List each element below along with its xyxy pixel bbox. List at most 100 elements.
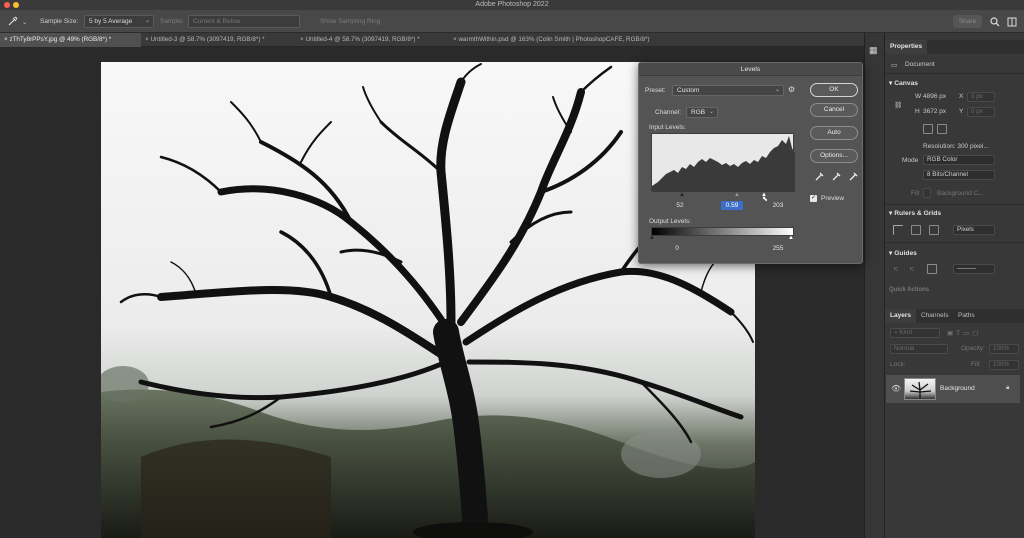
tab-channels[interactable]: Channels: [916, 309, 953, 323]
tab-properties[interactable]: Properties: [885, 40, 928, 54]
width-value[interactable]: 4896 px: [923, 93, 946, 100]
options-bar: ⌄ Sample Size: 5 by 5 Average ⌄ Sample: C…: [0, 10, 1024, 33]
blend-mode-select[interactable]: Normal: [890, 344, 948, 354]
share-button[interactable]: Share: [953, 15, 982, 28]
fill-value[interactable]: Background C...: [937, 190, 984, 197]
panel-toggle-icon[interactable]: ▦: [869, 45, 878, 55]
auto-button[interactable]: Auto: [810, 126, 858, 140]
layer-row-background[interactable]: 👁︎ Background 🔒︎: [886, 375, 1020, 403]
levels-dialog: Levels Preset: Custom ⌄ ⚙︎ Channel: RGB ⌄ …: [638, 62, 863, 264]
fill-swatch[interactable]: [923, 188, 931, 198]
tab-layers[interactable]: Layers: [885, 309, 916, 323]
black-point-eyedropper-icon[interactable]: [815, 171, 825, 183]
histogram: [651, 133, 795, 192]
link-icon[interactable]: ⛓: [894, 101, 902, 109]
sample-size-select[interactable]: 5 by 5 Average ⌄: [84, 15, 154, 28]
bit-depth-select[interactable]: 8 Bits/Channel: [923, 170, 995, 180]
canvas-size-icon[interactable]: [923, 124, 933, 134]
y-label: Y: [959, 108, 964, 115]
image-size-icon[interactable]: [937, 124, 947, 134]
height-label: H: [915, 108, 920, 115]
y-field[interactable]: 0 px: [967, 107, 995, 117]
chevron-down-icon: ⌄: [708, 109, 714, 115]
app-title: Adobe Photoshop 2022: [475, 1, 549, 8]
tab-document-1[interactable]: × zThTy8rPPsY.jpg @ 49% (RGB/8*) *: [0, 33, 141, 47]
guides-layout-icon[interactable]: [927, 264, 937, 274]
properties-tab-bar: Properties: [885, 40, 1024, 54]
channel-select[interactable]: RGB ⌄: [686, 107, 718, 118]
opacity-label: Opacity:: [961, 345, 985, 352]
grid-icon[interactable]: [911, 225, 921, 235]
tab-document-3[interactable]: × Untitled-4 @ 58.7% (3097419, RGB/8*) *: [296, 33, 449, 47]
preset-select[interactable]: Custom ⌄: [672, 85, 784, 96]
tab-document-4[interactable]: × warmthWithin.psd @ 163% (Colin Smith |…: [449, 33, 709, 47]
guides-visibility-icon[interactable]: ⁙: [893, 265, 898, 273]
preview-label: Preview: [821, 195, 845, 202]
ok-button[interactable]: OK: [810, 83, 858, 97]
opacity-field[interactable]: 100%: [989, 344, 1019, 354]
panel-dock-strip: ▦: [864, 33, 884, 538]
layer-name[interactable]: Background: [940, 385, 975, 392]
levels-dialog-title[interactable]: Levels: [639, 63, 862, 76]
input-white-field[interactable]: 203: [767, 201, 789, 210]
cancel-button[interactable]: Cancel: [810, 103, 858, 117]
preview-checkbox[interactable]: ✓: [810, 195, 817, 202]
canvas-section-header[interactable]: ▾ Canvas: [889, 79, 918, 87]
x-field[interactable]: 0 px: [967, 92, 995, 102]
output-gradient-bar: [651, 227, 794, 236]
search-icon[interactable]: [990, 17, 1000, 30]
output-white-handle[interactable]: ▲: [788, 235, 794, 241]
pixel-grid-icon[interactable]: [929, 225, 939, 235]
document-label: Document: [905, 61, 935, 68]
layer-fill-field[interactable]: 100%: [989, 360, 1019, 370]
layer-fill-label: Fill:: [971, 361, 982, 368]
input-gamma-field[interactable]: 0.59: [721, 201, 743, 210]
chevron-down-icon[interactable]: ⌄: [22, 18, 27, 28]
show-sampling-ring-checkbox[interactable]: Show Sampling Ring: [320, 18, 380, 25]
workspace-icon[interactable]: [1007, 17, 1017, 30]
layer-filter-icons[interactable]: ▣T▭▢: [947, 329, 981, 337]
height-value[interactable]: 3672 px: [923, 108, 946, 115]
sample-label: Sample:: [160, 18, 184, 25]
tab-document-2[interactable]: × Untitled-3 @ 58.7% (3097419, RGB/8*) *: [141, 33, 296, 47]
ruler-units-select[interactable]: Pixels: [953, 225, 995, 235]
width-label: W: [915, 93, 922, 100]
rulers-grids-section-header[interactable]: ▾ Rulers & Grids: [889, 209, 941, 217]
guide-line-icon: ———: [957, 265, 976, 272]
preset-options-gear-icon[interactable]: ⚙︎: [788, 85, 795, 94]
resolution-text: Resolution: 300 pixel...: [923, 143, 989, 150]
white-point-eyedropper-icon[interactable]: [849, 171, 859, 183]
layer-kind-filter[interactable]: ⌕ Kind: [890, 328, 940, 338]
output-black-field[interactable]: 0: [666, 244, 688, 253]
ruler-icon[interactable]: [893, 225, 903, 235]
fill-label: Fill: [911, 190, 920, 197]
input-black-field[interactable]: 52: [669, 201, 691, 210]
output-black-handle[interactable]: ▲: [649, 235, 655, 241]
sample-select[interactable]: Current & Below: [188, 15, 300, 28]
output-white-field[interactable]: 255: [767, 244, 789, 253]
channel-label: Channel:: [655, 109, 682, 116]
input-gamma-handle[interactable]: ▲: [734, 192, 740, 198]
mode-select[interactable]: RGB Color: [923, 155, 995, 165]
layer-thumbnail: [904, 378, 936, 400]
guide-style-select[interactable]: ———: [953, 264, 995, 274]
output-levels-label: Output Levels:: [649, 218, 691, 225]
eye-icon[interactable]: 👁︎: [891, 384, 901, 393]
guides-lock-icon[interactable]: ⁙: [909, 265, 914, 273]
properties-panel: Properties ▭ Document ▾ Canvas W 4896 px…: [884, 33, 1024, 538]
gray-point-eyedropper-icon[interactable]: [832, 171, 842, 183]
tab-paths[interactable]: Paths: [953, 309, 980, 323]
chevron-down-icon: ⌄: [144, 18, 150, 24]
input-levels-label: Input Levels:: [649, 124, 686, 131]
quick-actions-section-header[interactable]: Quick Actions: [889, 287, 929, 293]
document-icon: ▭: [891, 62, 898, 69]
guides-section-header[interactable]: ▾ Guides: [889, 249, 917, 257]
preset-label: Preset:: [645, 87, 666, 94]
title-bar: Adobe Photoshop 2022: [0, 0, 1024, 10]
eyedropper-icon[interactable]: [8, 16, 18, 29]
options-button[interactable]: Options...: [810, 149, 858, 163]
x-label: X: [959, 93, 964, 100]
mode-label: Mode: [902, 157, 919, 164]
sample-size-label: Sample Size:: [40, 18, 79, 25]
input-black-point-handle[interactable]: ▲: [679, 192, 685, 198]
